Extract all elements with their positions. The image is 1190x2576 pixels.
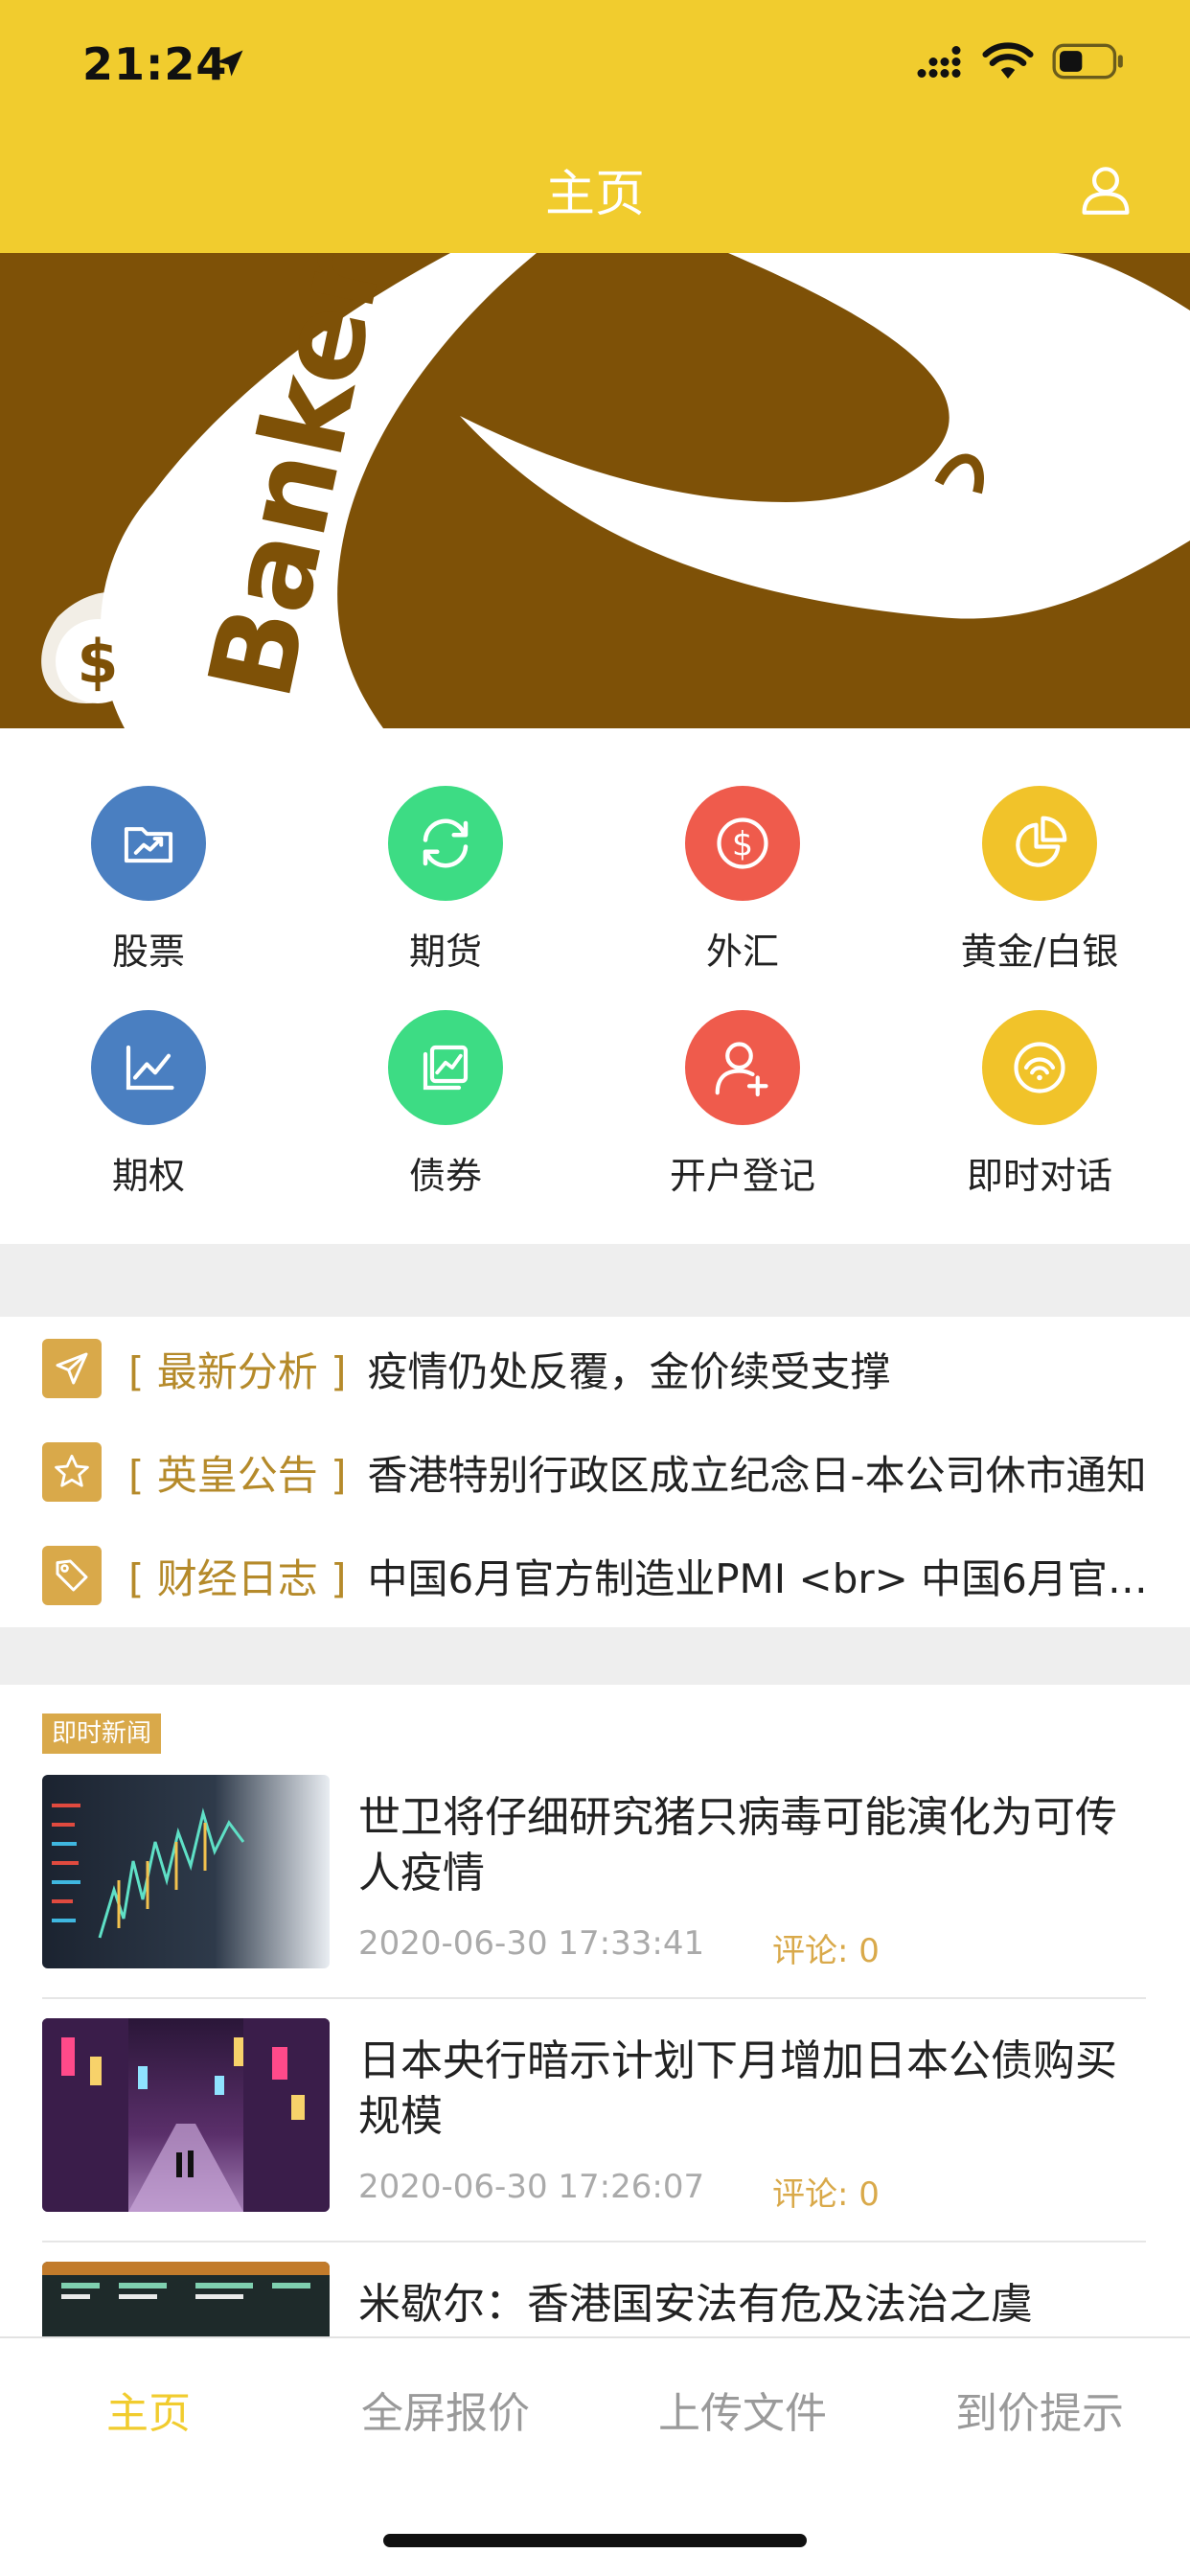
wifi-icon bbox=[982, 42, 1034, 79]
announcement-tag: [ 最新分析 ] bbox=[128, 1347, 347, 1395]
grid-item-options[interactable]: 期权 bbox=[0, 953, 297, 1197]
grid-item-account-open[interactable]: 开户登记 bbox=[594, 953, 891, 1197]
pie-chart-icon bbox=[1016, 816, 1067, 867]
news-comment-count[interactable]: 评论: 0 bbox=[772, 2168, 880, 2215]
grid-label-account-open: 开户登记 bbox=[669, 1155, 815, 1197]
tab-fullscreen-quotes[interactable]: 全屏报价 bbox=[297, 2379, 594, 2440]
grid-circle-bonds bbox=[388, 1010, 503, 1125]
dollar-icon: $ bbox=[717, 817, 768, 869]
news-item[interactable]: 米歇尔：香港国安法有危及法治之虞 bbox=[42, 2262, 1146, 2336]
grid-circle-options bbox=[91, 1010, 206, 1125]
folder-chart-icon bbox=[124, 827, 173, 863]
grid-circle-stocks bbox=[91, 786, 206, 901]
star-icon bbox=[42, 1442, 102, 1502]
announcement-text: 香港特别行政区成立纪念日-本公司休市通知 bbox=[367, 1451, 1147, 1499]
section-divider bbox=[0, 1627, 1190, 1685]
location-arrow-icon bbox=[217, 50, 243, 77]
news-date: 2020-06-30 17:33:41 bbox=[358, 1924, 705, 1963]
announcement-text: 疫情仍处反覆，金价续受支撑 bbox=[367, 1347, 891, 1395]
grid-circle-futures bbox=[388, 786, 503, 901]
grid-item-bonds[interactable]: 债券 bbox=[297, 953, 594, 1197]
news-item[interactable]: 日本央行暗示计划下月增加日本公债购买规模 2020-06-30 17:26:07… bbox=[42, 2018, 1146, 2262]
tab-price-alerts[interactable]: 到价提示 bbox=[891, 2379, 1188, 2440]
app-header: 21:24 主页 bbox=[0, 0, 1190, 253]
announcement-row-calendar[interactable]: [ 财经日志 ] 中国6月官方制造业PMI <br> 中国6月官方非制造业PMI bbox=[42, 1537, 1154, 1614]
news-thumbnail-stock-board bbox=[42, 2262, 330, 2336]
tag-icon bbox=[42, 1546, 102, 1605]
news-divider bbox=[42, 1997, 1146, 1999]
news-title: 米歇尔：香港国安法有危及法治之虞 bbox=[358, 2280, 1033, 2329]
announcement-row-analysis[interactable]: [ 最新分析 ] 疫情仍处反覆，金价续受支撑 bbox=[42, 1330, 1154, 1407]
news-thumbnail-stock-chart bbox=[42, 1775, 330, 1968]
tab-upload-files[interactable]: 上传文件 bbox=[594, 2379, 891, 2440]
grid-circle-forex: $ bbox=[685, 786, 800, 901]
status-time: 21:24 bbox=[82, 38, 228, 90]
quick-access-grid: 股票 期货 $ 外汇 黄金/白银 期权 债券 开户登记 即时对话 bbox=[0, 728, 1190, 1244]
svg-text:$: $ bbox=[77, 627, 118, 697]
announcement-list: [ 最新分析 ] 疫情仍处反覆，金价续受支撑 [ 英皇公告 ] 香港特别行政区成… bbox=[0, 1317, 1190, 1627]
grid-circle-gold-silver bbox=[982, 786, 1097, 901]
page-title: 主页 bbox=[544, 166, 645, 223]
stacked-chart-icon bbox=[423, 1045, 469, 1091]
home-indicator bbox=[383, 2534, 807, 2547]
news-section-badge: 即时新闻 bbox=[42, 1714, 162, 1754]
grid-circle-live-chat bbox=[982, 1010, 1097, 1125]
user-profile-icon[interactable] bbox=[1079, 163, 1133, 217]
news-thumbnail-tokyo-street bbox=[42, 2018, 330, 2212]
news-item[interactable]: 世卫将仔细研究猪只病毒可能演化为可传人疫情 2020-06-30 17:33:4… bbox=[42, 1775, 1146, 2018]
announcement-tag: [ 英皇公告 ] bbox=[128, 1451, 347, 1499]
grid-label-live-chat: 即时对话 bbox=[966, 1155, 1112, 1197]
news-section: 即时新闻 世卫将仔细研究猪只病毒可能演化为可传人疫情 2020-06-30 17… bbox=[0, 1685, 1190, 2336]
grid-item-forex[interactable]: $ 外汇 bbox=[594, 728, 891, 973]
section-divider bbox=[0, 1244, 1190, 1317]
user-add-icon bbox=[715, 1042, 768, 1097]
promo-banner[interactable]: $ Banker St bbox=[0, 253, 1190, 728]
announcement-text: 中国6月官方制造业PMI <br> 中国6月官方非制造业PMI bbox=[367, 1554, 1154, 1602]
paper-plane-icon bbox=[42, 1339, 102, 1398]
grid-circle-account-open bbox=[685, 1010, 800, 1125]
signal-icon bbox=[917, 46, 961, 78]
banner-artwork: $ Banker St bbox=[41, 253, 1190, 728]
tab-home[interactable]: 主页 bbox=[0, 2379, 297, 2440]
grid-item-gold-silver[interactable]: 黄金/白银 bbox=[891, 728, 1188, 973]
chat-signal-icon bbox=[1014, 1042, 1065, 1093]
news-date: 2020-06-30 17:26:07 bbox=[358, 2168, 705, 2206]
svg-text:$: $ bbox=[732, 825, 753, 863]
refresh-icon bbox=[423, 818, 469, 868]
news-title: 世卫将仔细研究猪只病毒可能演化为可传人疫情 bbox=[358, 1793, 1117, 1898]
news-comment-count[interactable]: 评论: 0 bbox=[772, 1924, 880, 1971]
news-divider bbox=[42, 2241, 1146, 2242]
grid-label-bonds: 债券 bbox=[408, 1155, 482, 1197]
grid-item-futures[interactable]: 期货 bbox=[297, 728, 594, 973]
news-title: 日本央行暗示计划下月增加日本公债购买规模 bbox=[358, 2036, 1117, 2141]
grid-item-stocks[interactable]: 股票 bbox=[0, 728, 297, 973]
grid-label-options: 期权 bbox=[111, 1155, 185, 1197]
battery-icon bbox=[1052, 43, 1123, 80]
line-chart-icon bbox=[126, 1045, 174, 1091]
announcement-tag: [ 财经日志 ] bbox=[128, 1554, 347, 1602]
announcement-row-notice[interactable]: [ 英皇公告 ] 香港特别行政区成立纪念日-本公司休市通知 bbox=[42, 1434, 1154, 1510]
grid-item-live-chat[interactable]: 即时对话 bbox=[891, 953, 1188, 1197]
